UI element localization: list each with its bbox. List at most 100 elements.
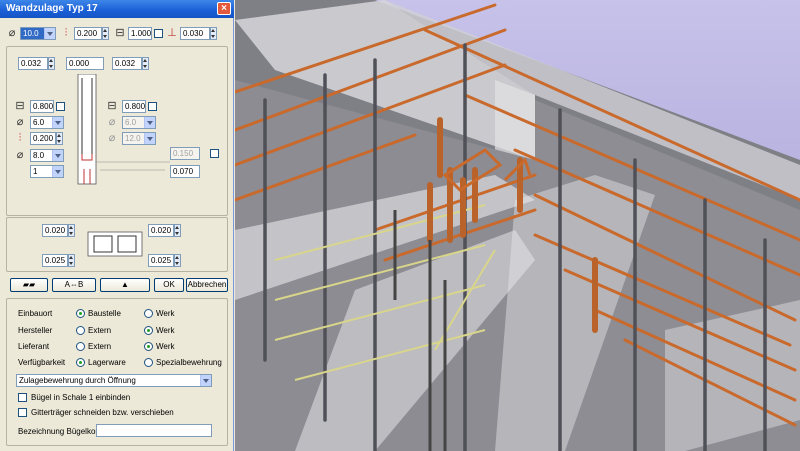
dia1-right-value: 6.0 — [125, 118, 137, 127]
3d-viewport[interactable] — [235, 0, 800, 451]
verfuegbarkeit-lagerware-radio[interactable] — [76, 358, 85, 367]
triangle-up-icon: ▲ — [121, 280, 129, 289]
dia2-left-icon: ⌀ — [16, 149, 24, 161]
offset-field[interactable]: 0.030 — [180, 27, 210, 40]
cover-left-checkbox[interactable] — [56, 102, 65, 111]
lower-tl-field[interactable]: 0.020 — [42, 224, 68, 237]
gittertraeger-label: Gitterträger schneiden bzw. verschieben — [31, 408, 174, 417]
lower-br-spinner[interactable] — [174, 254, 181, 267]
upper-left-field[interactable]: 0.032 — [18, 57, 48, 70]
field-a-value: 0.150 — [173, 149, 194, 158]
gittertraeger-checkbox[interactable] — [18, 408, 27, 417]
chevron-down-icon — [52, 166, 63, 177]
title-bar[interactable]: Wandzulage Typ 17 × — [0, 0, 234, 18]
bezeichnung-label: Bezeichnung Bügelkorb — [18, 427, 103, 436]
count-select[interactable]: 1 — [30, 165, 64, 178]
buegel-label: Bügel in Schale 1 einbinden — [31, 393, 131, 402]
dia1-left-select[interactable]: 6.0 — [30, 116, 64, 129]
cover-left-icon: ⊟ — [15, 100, 25, 112]
einbauort-label: Einbauort — [18, 309, 53, 318]
upper-mid-field[interactable]: 0.000 — [66, 57, 104, 70]
spacing-spinner[interactable] — [102, 27, 109, 40]
lower-tr-field[interactable]: 0.020 — [148, 224, 174, 237]
spacing-value: 0.200 — [77, 29, 98, 38]
chevron-down-icon — [200, 375, 211, 386]
lower-br-field[interactable]: 0.025 — [148, 254, 174, 267]
upper-right-field[interactable]: 0.032 — [112, 57, 142, 70]
einbauort-opt1: Baustelle — [88, 309, 121, 318]
cover-right-field[interactable]: 0.800 — [122, 100, 146, 113]
spacing-left-field[interactable]: 0.200 — [30, 132, 56, 145]
lower-tl-spinner[interactable] — [68, 224, 75, 237]
lower-tr-spinner[interactable] — [174, 224, 181, 237]
ok-button[interactable]: OK — [154, 278, 184, 292]
dia1-right-select[interactable]: 6.0 — [122, 116, 156, 129]
upper-left-spinner[interactable] — [48, 57, 55, 70]
length-value: 1.000 — [131, 29, 152, 38]
cover-right-value: 0.800 — [125, 102, 146, 111]
hersteller-extern-radio[interactable] — [76, 326, 85, 335]
bezeichnung-input[interactable] — [96, 424, 212, 437]
lower-bl-field[interactable]: 0.025 — [42, 254, 68, 267]
einbauort-werk-radio[interactable] — [144, 309, 153, 318]
up-button[interactable]: ▲ — [100, 278, 150, 292]
lieferant-opt2: Werk — [156, 342, 175, 351]
field-a-checkbox[interactable] — [210, 149, 219, 158]
cross-section-diagram — [87, 231, 143, 257]
verfuegbarkeit-opt1: Lagerware — [88, 358, 126, 367]
hersteller-label: Hersteller — [18, 326, 53, 335]
hersteller-opt2: Werk — [156, 326, 175, 335]
field-a[interactable]: 0.150 — [170, 147, 200, 160]
upper-right-spinner[interactable] — [142, 57, 149, 70]
dia2-left-select[interactable]: 8.0 — [30, 149, 64, 162]
spacing-left-icon: ⫶ — [18, 132, 22, 144]
length-field[interactable]: 1.000 — [128, 27, 152, 40]
upper-right-value: 0.032 — [115, 59, 136, 68]
field-b-value: 0.070 — [173, 167, 194, 176]
offset-spinner[interactable] — [210, 27, 217, 40]
lieferant-extern-radio[interactable] — [76, 342, 85, 351]
verfuegbarkeit-opt2: Spezialbewehrung — [156, 358, 222, 367]
upper-mid-value: 0.000 — [69, 59, 90, 68]
cover-right-icon: ⊟ — [107, 100, 117, 112]
cancel-button[interactable]: Abbrechen — [186, 278, 228, 292]
lieferant-opt1: Extern — [88, 342, 112, 351]
chevron-down-icon — [44, 28, 55, 39]
dia1-left-icon: ⌀ — [16, 116, 24, 128]
zulage-combo[interactable]: Zulagebewehrung durch Öffnung — [16, 374, 212, 387]
layers-button[interactable]: ▰▰ — [10, 278, 48, 292]
swap-button[interactable]: A⇔B — [52, 278, 96, 292]
close-icon: × — [221, 3, 227, 14]
diameter-select[interactable]: 10.0 — [20, 27, 56, 40]
close-button[interactable]: × — [217, 2, 231, 15]
lower-br-value: 0.025 — [151, 256, 172, 265]
dia2-right-icon: ⌀ — [108, 132, 116, 144]
lieferant-label: Lieferant — [18, 342, 50, 351]
offset-icon: ⊥ — [167, 27, 177, 39]
spacing-field[interactable]: 0.200 — [74, 27, 102, 40]
spacing-icon: ⫶ — [64, 27, 68, 39]
chevron-down-icon — [144, 117, 155, 128]
lieferant-werk-radio[interactable] — [144, 342, 153, 351]
chevron-down-icon — [52, 150, 63, 161]
length-checkbox[interactable] — [154, 29, 163, 38]
cover-left-field[interactable]: 0.800 — [30, 100, 54, 113]
chevron-down-icon — [144, 133, 155, 144]
lower-bl-value: 0.025 — [45, 256, 66, 265]
verfuegbarkeit-spezial-radio[interactable] — [144, 358, 153, 367]
einbauort-baustelle-radio[interactable] — [76, 309, 85, 318]
lower-bl-spinner[interactable] — [68, 254, 75, 267]
buegel-checkbox[interactable] — [18, 393, 27, 402]
cover-left-value: 0.800 — [33, 102, 54, 111]
dia2-right-select[interactable]: 12.0 — [122, 132, 156, 145]
spacing-left-spinner[interactable] — [56, 132, 63, 145]
cover-right-checkbox[interactable] — [148, 102, 157, 111]
field-b[interactable]: 0.070 — [170, 165, 200, 178]
dialog-window: Wandzulage Typ 17 × ⌀ 10.0 ⫶ 0.200 ⊟ 1.0… — [0, 0, 234, 451]
hersteller-werk-radio[interactable] — [144, 326, 153, 335]
chevron-down-icon — [52, 117, 63, 128]
upper-left-value: 0.032 — [21, 59, 42, 68]
lower-tl-value: 0.020 — [45, 226, 66, 235]
verfuegbarkeit-label: Verfügbarkeit — [18, 358, 66, 367]
dia2-left-value: 8.0 — [33, 151, 45, 160]
